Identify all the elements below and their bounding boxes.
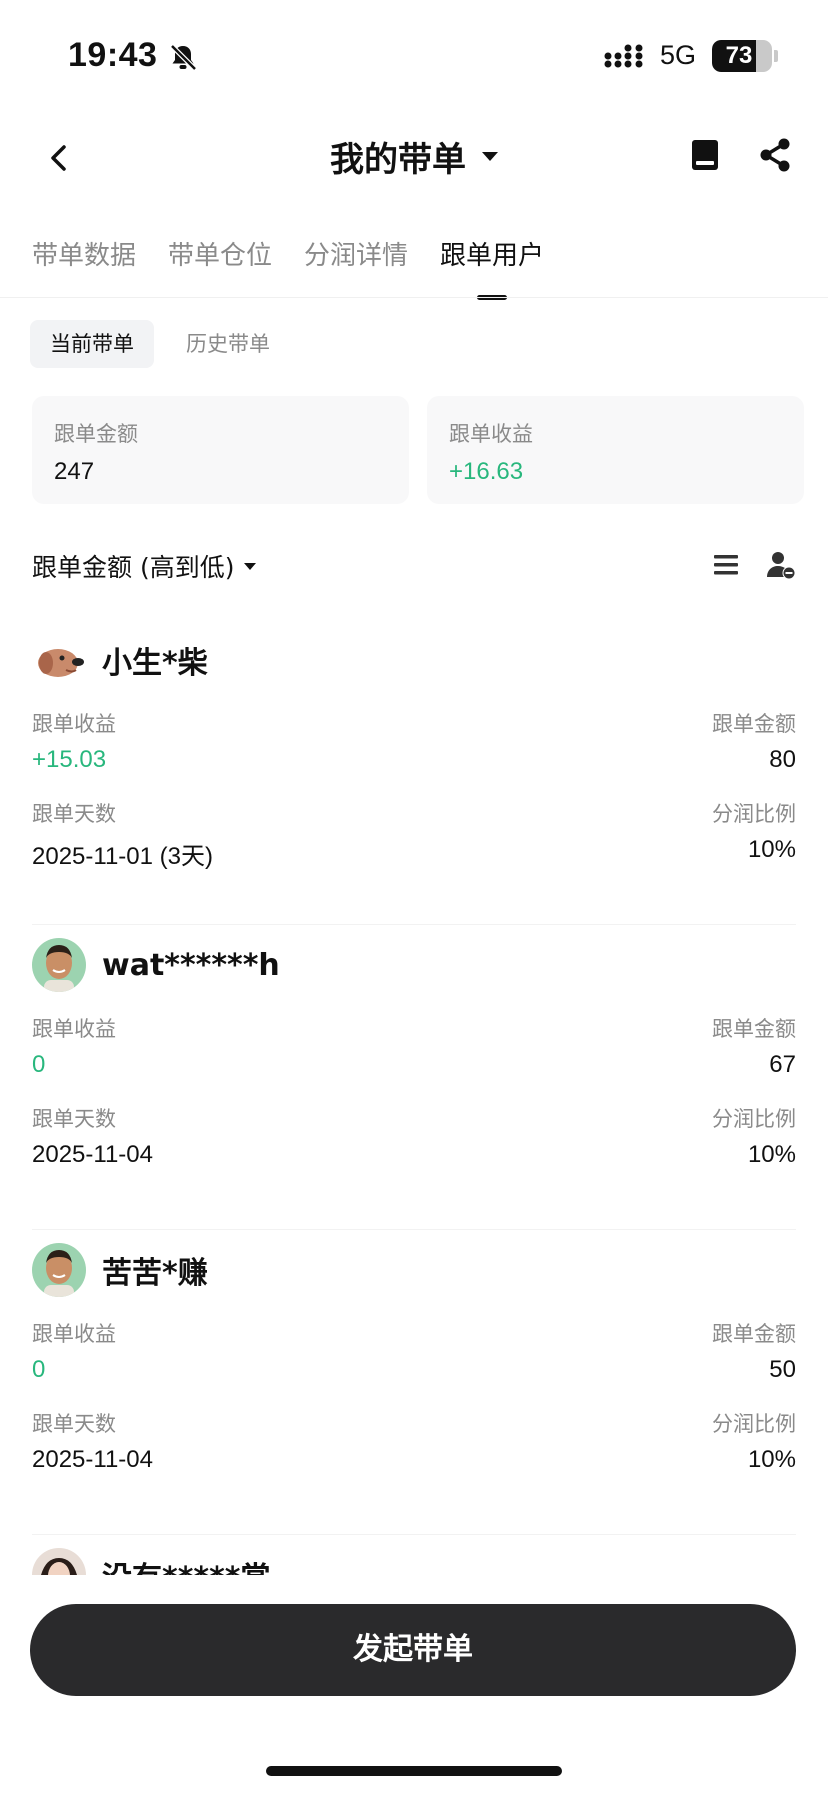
days-field: 跟单天数 2025-11-04 <box>32 1408 153 1474</box>
list-view-icon[interactable] <box>714 554 738 576</box>
segment-history[interactable]: 历史带单 <box>166 320 290 368</box>
amount-field: 跟单金额 67 <box>712 1013 796 1079</box>
share-label: 分润比例 <box>712 1107 796 1131</box>
page-title: 我的带单 <box>330 140 466 180</box>
profit-field: 跟单收益 +15.03 <box>32 708 116 774</box>
tab-bar: 带单数据 带单仓位 分润详情 跟单用户 <box>32 236 544 300</box>
dog-avatar <box>32 633 86 687</box>
summary-profit-value: +16.63 <box>449 458 524 485</box>
summary-cards: 跟单金额 247 跟单收益 +16.63 <box>32 396 804 504</box>
tab-lead-data[interactable]: 带单数据 <box>32 236 136 300</box>
amount-value: 80 <box>769 746 796 773</box>
segment-control: 当前带单 历史带单 <box>30 320 290 368</box>
amount-value: 50 <box>769 1356 796 1383</box>
days-value: 2025-11-04 <box>32 1446 153 1473</box>
summary-profit-label: 跟单收益 <box>449 422 533 446</box>
home-indicator[interactable] <box>266 1766 562 1776</box>
share-label: 分润比例 <box>712 802 796 826</box>
user-card[interactable]: wat******h 跟单收益 0 跟单金额 67 跟单天数 2025-11-0… <box>32 925 796 1230</box>
user-header: 小生*柴 <box>32 630 208 690</box>
days-label: 跟单天数 <box>32 802 116 826</box>
profit-label: 跟单收益 <box>32 1017 116 1041</box>
user-name: 苦苦*赚 <box>102 1256 208 1291</box>
profit-value: +15.03 <box>32 746 107 773</box>
profit-field: 跟单收益 0 <box>32 1013 116 1079</box>
profit-label: 跟单收益 <box>32 712 116 736</box>
days-label: 跟单天数 <box>32 1107 116 1131</box>
battery-level: 73 <box>725 42 753 69</box>
user-card[interactable]: 小生*柴 跟单收益 +15.03 跟单金额 80 跟单天数 2025-11-01… <box>32 620 796 925</box>
divider <box>0 297 828 298</box>
days-label: 跟单天数 <box>32 1412 116 1436</box>
summary-card-amount: 跟单金额 247 <box>32 396 409 504</box>
share-value: 10% <box>747 1446 796 1473</box>
profit-value: 0 <box>32 1356 46 1383</box>
battery-indicator: 73 <box>712 40 772 72</box>
profit-field: 跟单收益 0 <box>32 1318 116 1384</box>
share-value: 10% <box>747 836 796 863</box>
tab-label: 分润详情 <box>304 241 409 271</box>
tab-profit-share-details[interactable]: 分润详情 <box>304 236 408 300</box>
user-name: 小生*柴 <box>102 646 208 681</box>
caret-down-icon <box>482 152 498 161</box>
copy-user-list: 小生*柴 跟单收益 +15.03 跟单金额 80 跟单天数 2025-11-01… <box>32 620 796 1575</box>
tab-label: 带单仓位 <box>168 241 273 271</box>
tab-copy-users[interactable]: 跟单用户 <box>440 236 544 300</box>
user-header: wat******h <box>32 935 280 995</box>
tab-label: 跟单用户 <box>440 241 545 271</box>
summary-amount-label: 跟单金额 <box>54 422 138 446</box>
book-icon[interactable] <box>690 138 720 172</box>
share-icon[interactable] <box>758 136 792 174</box>
summary-amount-value: 247 <box>54 458 95 485</box>
cellular-signal-icon <box>604 44 643 68</box>
profit-label: 跟单收益 <box>32 1322 116 1346</box>
user-header: 没有*****赏 <box>32 1545 270 1575</box>
days-value: 2025-11-01 (3天) <box>32 843 213 870</box>
amount-field: 跟单金额 50 <box>712 1318 796 1384</box>
share-label: 分润比例 <box>712 1412 796 1436</box>
user-remove-icon[interactable] <box>766 550 796 580</box>
days-value: 2025-11-04 <box>32 1141 153 1168</box>
start-lead-button[interactable]: 发起带单 <box>30 1604 796 1696</box>
sort-dropdown[interactable]: 跟单金额 (高到低) <box>32 548 257 584</box>
sort-bar: 跟单金额 (高到低) <box>32 546 796 586</box>
summary-card-profit: 跟单收益 +16.63 <box>427 396 804 504</box>
amount-label: 跟单金额 <box>712 1017 796 1041</box>
amount-value: 67 <box>769 1051 796 1078</box>
status-bar: 19:43 5G 73 <box>0 0 828 100</box>
battery-tip <box>774 50 778 62</box>
days-field: 跟单天数 2025-11-04 <box>32 1103 153 1169</box>
profit-value: 0 <box>32 1051 46 1078</box>
tab-lead-positions[interactable]: 带单仓位 <box>168 236 272 300</box>
user-header: 苦苦*赚 <box>32 1240 208 1300</box>
status-time: 19:43 <box>68 36 158 74</box>
segment-current[interactable]: 当前带单 <box>30 320 154 368</box>
sort-label: 跟单金额 (高到低) <box>32 553 235 582</box>
share-value: 10% <box>747 1141 796 1168</box>
woman-avatar <box>32 1548 86 1575</box>
amount-label: 跟单金额 <box>712 712 796 736</box>
caret-down-icon <box>244 562 257 570</box>
share-field: 分润比例 10% <box>712 1103 796 1169</box>
nav-bar: 我的带单 <box>0 118 828 198</box>
amount-label: 跟单金额 <box>712 1322 796 1346</box>
user-card[interactable]: 苦苦*赚 跟单收益 0 跟单金额 50 跟单天数 2025-11-04 分润比例… <box>32 1230 796 1535</box>
user-name: 没有*****赏 <box>102 1553 270 1575</box>
man-avatar <box>32 938 86 992</box>
bell-off-icon <box>170 44 197 71</box>
tab-label: 带单数据 <box>32 241 137 271</box>
amount-field: 跟单金额 80 <box>712 708 796 774</box>
days-field: 跟单天数 2025-11-01 (3天) <box>32 798 213 871</box>
share-field: 分润比例 10% <box>712 798 796 864</box>
share-field: 分润比例 10% <box>712 1408 796 1474</box>
user-name: wat******h <box>102 947 280 983</box>
network-type: 5G <box>660 40 697 70</box>
man-avatar <box>32 1243 86 1297</box>
user-card[interactable]: 没有*****赏 <box>32 1535 796 1575</box>
